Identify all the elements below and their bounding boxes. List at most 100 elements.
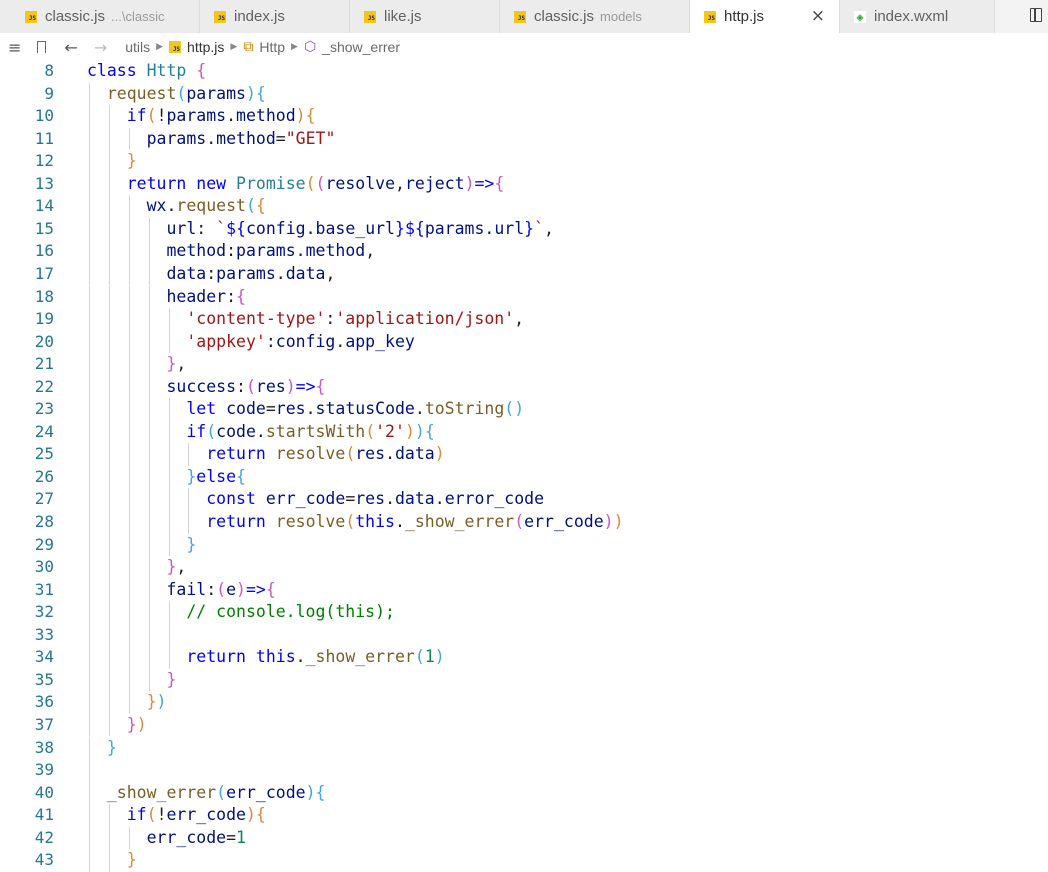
line-number: 42 <box>34 827 54 847</box>
code-line[interactable]: 12 } <box>0 150 1048 173</box>
close-icon[interactable]: × <box>811 6 825 26</box>
indent-guide <box>108 668 110 692</box>
tab-label: index.wxml <box>874 8 949 25</box>
tab-http-js[interactable]: JS http.js × <box>690 0 840 33</box>
tab-like-js[interactable]: JS like.js <box>350 0 500 33</box>
code-line[interactable]: 40 _show_errer(err_code){ <box>0 781 1048 805</box>
code-text: }else{ <box>186 466 246 486</box>
tab-classic-js[interactable]: JS classic.js ...\classic <box>0 0 200 33</box>
code-line[interactable]: 9 request(params){ <box>0 82 1048 106</box>
indent-guide <box>108 262 110 286</box>
bookmark-icon[interactable] <box>37 41 47 53</box>
indent-guide <box>148 330 150 354</box>
code-line[interactable]: 13 return new Promise((resolve,reject)=>… <box>0 172 1048 196</box>
code-line[interactable]: 17 data:params.data, <box>0 262 1048 286</box>
code-editor[interactable]: 8 class Http {9 request(params){10 if(!pa… <box>0 60 1048 872</box>
code-line[interactable]: 41 if(!err_code){ <box>0 804 1048 827</box>
code-line[interactable]: 29 } <box>0 533 1048 557</box>
code-line[interactable]: 18 header:{ <box>0 285 1048 309</box>
line-number: 41 <box>34 805 54 825</box>
forward-arrow-icon[interactable]: → <box>94 38 107 57</box>
code-line[interactable]: 42 err_code=1 <box>0 826 1048 850</box>
chevron-right-icon: ▶ <box>230 42 238 52</box>
indent-guide <box>108 533 110 557</box>
tab-classic-js[interactable]: JS classic.js models <box>500 0 690 33</box>
indent-guide <box>128 511 130 534</box>
chevron-right-icon: ▶ <box>156 42 164 52</box>
back-arrow-icon[interactable]: ← <box>64 38 77 57</box>
code-line[interactable]: 38 } <box>0 736 1048 760</box>
line-number: 31 <box>34 579 54 599</box>
code-line[interactable]: 31 fail:(e)=>{ <box>0 578 1048 602</box>
indent-guide <box>108 578 110 602</box>
breadcrumb-file[interactable]: http.js <box>187 39 224 55</box>
indent-guide <box>128 691 130 714</box>
indent-guide <box>168 623 170 647</box>
js-file-icon: JS <box>25 10 37 23</box>
indent-guide <box>108 713 110 737</box>
code-line[interactable]: 21 }, <box>0 353 1048 376</box>
indent-guide <box>89 127 90 151</box>
line-number: 15 <box>34 218 54 238</box>
indent-guide <box>108 488 110 511</box>
indent-guide <box>128 240 130 263</box>
indent-guide <box>148 623 150 647</box>
indent-guide <box>148 285 150 309</box>
indent-guide <box>89 601 90 624</box>
indent-guide <box>128 420 130 444</box>
indent-guide <box>128 623 130 647</box>
code-text: return resolve(this._show_errer(err_code… <box>206 512 624 531</box>
code-text: } <box>186 534 197 554</box>
code-line[interactable]: 30 }, <box>0 556 1048 579</box>
indent-guide <box>89 398 90 421</box>
code-text: if(code.startsWith('2')){ <box>186 421 435 441</box>
indent-guide <box>148 533 150 557</box>
line-number: 25 <box>34 444 54 464</box>
code-line[interactable]: 35 } <box>0 668 1048 692</box>
split-editor-icon[interactable] <box>1030 8 1042 22</box>
line-number: 8 <box>44 61 54 80</box>
code-text: }, <box>166 557 187 577</box>
code-line[interactable]: 26 }else{ <box>0 465 1048 489</box>
indent-guide <box>108 150 110 173</box>
code-line[interactable]: 14 wx.request({ <box>0 195 1048 218</box>
indent-guide <box>108 285 110 309</box>
indent-guide <box>89 150 90 173</box>
line-number: 38 <box>34 737 54 757</box>
indent-guide <box>168 488 170 511</box>
code-line[interactable]: 27 const err_code=res.data.error_code <box>0 488 1048 511</box>
tab-index-wxml[interactable]: ◈ index.wxml <box>840 0 995 33</box>
code-line[interactable]: 15 url: `${config.base_url}${params.url}… <box>0 217 1048 241</box>
indent-guide <box>168 511 170 534</box>
indent-guide <box>148 398 150 421</box>
code-line[interactable]: 11 params.method="GET" <box>0 127 1048 151</box>
indent-guide <box>89 804 90 827</box>
code-line[interactable]: 28 return resolve(this._show_errer(err_c… <box>0 511 1048 534</box>
breadcrumb-class[interactable]: Http <box>259 39 285 55</box>
tab-index-js[interactable]: JS index.js <box>200 0 350 33</box>
list-icon[interactable]: ≡ <box>8 38 21 57</box>
code-line[interactable]: 33 <box>0 623 1048 647</box>
code-line[interactable]: 36 }) <box>0 691 1048 714</box>
code-line[interactable]: 43 } <box>0 849 1048 872</box>
breadcrumb-folder[interactable]: utils <box>125 39 150 55</box>
code-line[interactable]: 34 return this._show_errer(1) <box>0 646 1048 669</box>
code-line[interactable]: 20 'appkey':config.app_key <box>0 330 1048 354</box>
indent-guide <box>89 217 90 241</box>
code-line[interactable]: 8 class Http { <box>0 60 1048 83</box>
code-line[interactable]: 23 let code=res.statusCode.toString() <box>0 398 1048 421</box>
code-line[interactable]: 25 return resolve(res.data) <box>0 443 1048 466</box>
code-line[interactable]: 16 method:params.method, <box>0 240 1048 263</box>
code-line[interactable]: 24 if(code.startsWith('2')){ <box>0 420 1048 444</box>
code-line[interactable]: 39 <box>0 759 1048 782</box>
breadcrumb-method[interactable]: _show_errer <box>322 39 400 55</box>
indent-guide <box>128 217 130 241</box>
code-line[interactable]: 10 if(!params.method){ <box>0 105 1048 128</box>
code-line[interactable]: 32 // console.log(this); <box>0 601 1048 624</box>
code-text: if(!params.method){ <box>126 106 316 126</box>
code-text: params.method="GET" <box>146 128 336 148</box>
code-line[interactable]: 19 'content-type':'application/json', <box>0 308 1048 331</box>
method-icon: ⬡ <box>303 39 317 55</box>
code-line[interactable]: 37 }) <box>0 713 1048 737</box>
code-line[interactable]: 22 success:(res)=>{ <box>0 375 1048 399</box>
